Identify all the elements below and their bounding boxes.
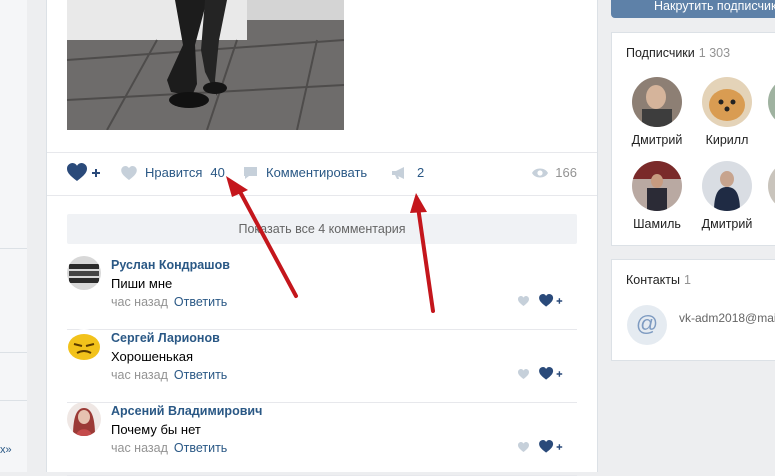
comment-item: Арсений Владимирович Почему бы нет час н… [67, 402, 577, 476]
subscriber-name: Шамиль [633, 217, 681, 231]
avatar[interactable] [67, 402, 101, 436]
avatar-image [67, 329, 101, 363]
post-card: Нравится 40 Комментировать 2 166 Показат… [46, 0, 598, 476]
heart-icon[interactable] [518, 442, 529, 452]
comment-time[interactable]: час назад [111, 295, 168, 309]
avatar-image [67, 256, 101, 290]
subscriber-item[interactable]: Шамиль [628, 161, 686, 231]
subscribers-card: Подписчики 1 303 Дмитрий Кирилл Шамиль Дм… [611, 32, 775, 246]
heart-plus-icon [67, 163, 100, 181]
heart-plus-icon[interactable] [539, 440, 563, 454]
comment-author-link[interactable]: Руслан Кондрашов [111, 258, 230, 272]
nav-divider [0, 400, 27, 401]
avatar[interactable] [67, 256, 101, 290]
heart-icon [121, 165, 137, 180]
comment-likes [518, 440, 563, 454]
subscriber-item[interactable]: Дмитрий [628, 77, 686, 147]
subscriber-item-partial[interactable] [768, 161, 775, 211]
avatar [702, 161, 752, 211]
comment-text: Хорошенькая [111, 349, 194, 364]
like-label: Нравится [145, 165, 203, 180]
subscriber-item[interactable]: Дмитрий [698, 161, 756, 231]
comment-meta: час назад Ответить [111, 441, 227, 455]
avatar-image [632, 161, 682, 211]
post-photo-image [67, 0, 344, 130]
comment-text: Почему бы нет [111, 422, 201, 437]
subscribers-title-text: Подписчики [626, 46, 695, 60]
comment-label: Комментировать [266, 165, 368, 180]
reply-link[interactable]: Ответить [174, 295, 227, 309]
nav-divider [0, 352, 27, 353]
show-all-comments-button[interactable]: Показать все 4 комментария [67, 214, 577, 244]
comment-author-link[interactable]: Арсений Владимирович [111, 404, 262, 418]
subscribers-title[interactable]: Подписчики 1 303 [626, 46, 730, 60]
avatar-image [768, 77, 775, 127]
avatar [632, 161, 682, 211]
like-count: 40 [210, 165, 225, 180]
nav-divider [0, 248, 27, 249]
contacts-count: 1 [684, 273, 691, 287]
share-button[interactable]: 2 [391, 165, 424, 180]
comment-item: Сергей Ларионов Хорошенькая час назад Отв… [67, 329, 577, 403]
nav-link-fragment[interactable]: x» [0, 444, 12, 456]
comment-time[interactable]: час назад [111, 441, 168, 455]
comment-button[interactable]: Комментировать [243, 165, 367, 180]
comment-meta: час назад Ответить [111, 295, 227, 309]
heart-plus-icon[interactable] [539, 294, 563, 308]
avatar [768, 161, 775, 211]
avatar-image [702, 161, 752, 211]
left-nav-strip: x» [0, 0, 27, 472]
boost-subscribers-button[interactable]: Накрутить подписчиков [611, 0, 775, 18]
comment-likes [518, 294, 563, 308]
avatar [768, 77, 775, 127]
avatar-image [67, 402, 101, 436]
contacts-title-text: Контакты [626, 273, 680, 287]
reply-link[interactable]: Ответить [174, 441, 227, 455]
comment-time[interactable]: час назад [111, 368, 168, 382]
avatar-image [768, 161, 775, 211]
comment-likes [518, 367, 563, 381]
views-count: 166 [555, 165, 577, 180]
like-add-button[interactable] [67, 163, 101, 183]
contacts-title[interactable]: Контакты 1 [626, 273, 691, 287]
eye-icon [532, 168, 549, 177]
post-actions-bar: Нравится 40 Комментировать 2 166 [47, 152, 597, 196]
subscribers-count: 1 303 [698, 46, 731, 60]
contacts-card: Контакты 1 @ vk-adm2018@mail.ru [611, 259, 775, 361]
post-photo[interactable] [67, 0, 344, 130]
like-button[interactable]: Нравится 40 [121, 165, 225, 180]
avatar-image [702, 77, 752, 127]
avatar [702, 77, 752, 127]
avatar[interactable] [67, 329, 101, 363]
comment-icon [244, 166, 257, 179]
comment-meta: час назад Ответить [111, 368, 227, 382]
comment-author-link[interactable]: Сергей Ларионов [111, 331, 220, 345]
heart-icon[interactable] [518, 296, 529, 306]
subscriber-item-partial[interactable] [768, 77, 775, 127]
subscriber-name: Кирилл [705, 133, 749, 147]
avatar-image [632, 77, 682, 127]
avatar [632, 77, 682, 127]
at-sign-icon: @ [627, 305, 667, 345]
contact-email[interactable]: vk-adm2018@mail.ru [679, 311, 775, 325]
comment-item: Руслан Кондрашов Пиши мне час назад Ответ… [67, 256, 577, 330]
heart-plus-icon[interactable] [539, 367, 563, 381]
share-count: 2 [417, 165, 425, 180]
views-counter: 166 [532, 165, 577, 180]
megaphone-icon [392, 166, 404, 179]
subscriber-name: Дмитрий [701, 217, 753, 231]
reply-link[interactable]: Ответить [174, 368, 227, 382]
comment-text: Пиши мне [111, 276, 173, 291]
subscriber-item[interactable]: Кирилл [698, 77, 756, 147]
subscriber-name: Дмитрий [631, 133, 683, 147]
heart-icon[interactable] [518, 369, 529, 379]
